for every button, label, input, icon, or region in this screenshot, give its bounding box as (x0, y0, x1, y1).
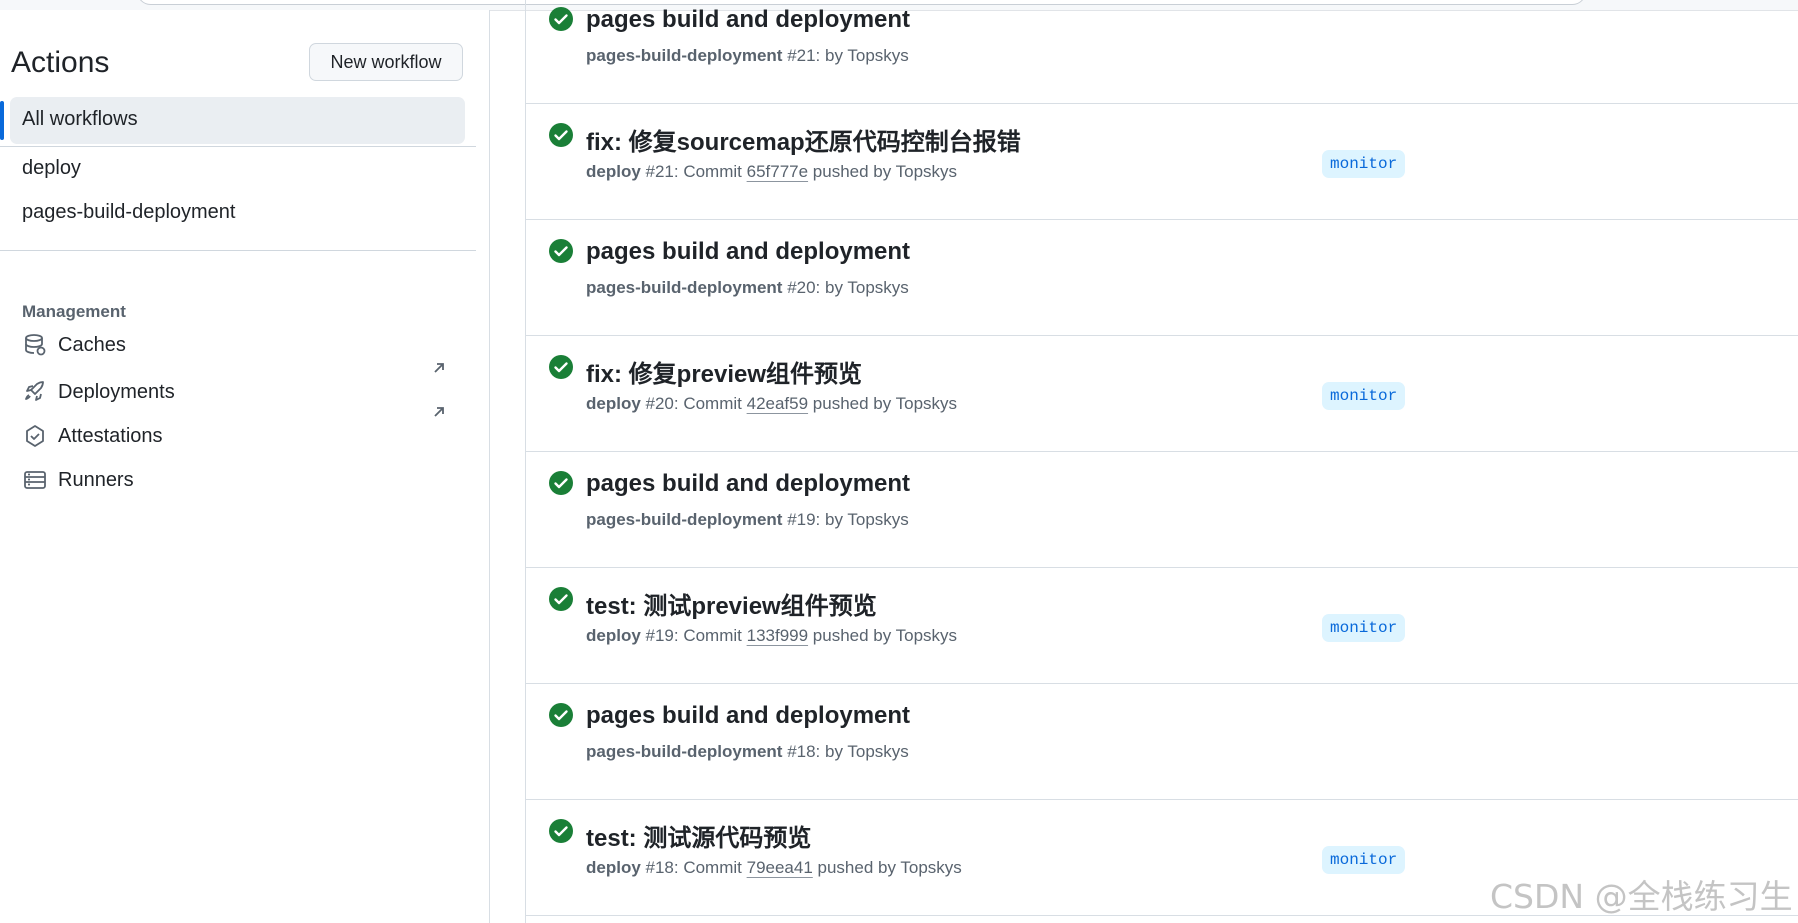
run-workflow-name: pages-build-deployment (586, 278, 783, 297)
run-meta: pages-build-deployment #19: by Topskys (586, 510, 909, 530)
external-link-icon (434, 363, 444, 373)
active-indicator (0, 101, 4, 140)
run-author: pushed by Topskys (812, 858, 962, 877)
workflow-run-row[interactable]: pages build and deployment pages-build-d… (526, 0, 1798, 104)
new-workflow-button[interactable]: New workflow (309, 43, 463, 81)
check-circle-icon (549, 355, 573, 379)
run-number: #18: Commit (640, 858, 747, 877)
run-number: #18: by Topskys (782, 742, 909, 761)
page-title: Actions (11, 46, 110, 79)
workflow-run-row[interactable]: fix: 修复preview组件预览 deploy #20: Commit 42… (526, 336, 1798, 452)
branch-badge[interactable]: monitor (1322, 614, 1406, 642)
branch-badge[interactable]: monitor (1322, 846, 1406, 874)
sidebar-item-label: Caches (58, 333, 126, 356)
server-icon (22, 467, 48, 493)
run-title[interactable]: pages build and deployment (586, 470, 910, 498)
watermark: CSDN @全栈练习生 (1490, 877, 1793, 916)
run-meta: deploy #19: Commit 133f999 pushed by Top… (586, 626, 957, 646)
run-title[interactable]: pages build and deployment (586, 702, 910, 730)
database-icon (22, 332, 48, 358)
branch-badge[interactable]: monitor (1322, 382, 1406, 410)
run-meta: deploy #21: Commit 65f777e pushed by Top… (586, 162, 957, 182)
run-title[interactable]: pages build and deployment (586, 6, 910, 34)
shield-check-icon (22, 423, 48, 449)
run-author: pushed by Topskys (808, 162, 958, 181)
check-circle-icon (549, 239, 573, 263)
check-circle-icon (549, 123, 573, 147)
workflow-runs-list: pages build and deployment pages-build-d… (525, 0, 1798, 923)
run-title[interactable]: test: 测试preview组件预览 (586, 586, 877, 621)
rocket-icon (22, 379, 48, 405)
run-number: #20: by Topskys (782, 278, 909, 297)
workflow-run-row[interactable]: fix: 修复sourcemap还原代码控制台报错 deploy #21: Co… (526, 104, 1798, 220)
run-workflow-name: pages-build-deployment (586, 46, 783, 65)
workflow-run-row[interactable]: pages build and deployment pages-build-d… (526, 220, 1798, 336)
commit-sha-link[interactable]: 79eea41 (747, 858, 813, 877)
check-circle-icon (549, 587, 573, 611)
commit-sha-link[interactable]: 133f999 (747, 626, 808, 645)
run-number: #19: Commit (640, 626, 747, 645)
external-link-icon (434, 407, 444, 417)
sidebar-item-label: Runners (58, 468, 134, 491)
sidebar-item-caches[interactable]: Caches (22, 330, 126, 360)
run-author: pushed by Topskys (808, 394, 958, 413)
sidebar-item-runners[interactable]: Runners (22, 465, 134, 495)
run-workflow-name: deploy (586, 858, 641, 877)
run-workflow-name: pages-build-deployment (586, 510, 783, 529)
sidebar-item-pages-build-deployment[interactable]: pages-build-deployment (22, 201, 235, 224)
run-meta: deploy #20: Commit 42eaf59 pushed by Top… (586, 394, 957, 414)
run-number: #20: Commit (640, 394, 747, 413)
sidebar-item-deployments[interactable]: Deployments (22, 377, 175, 407)
check-circle-icon (549, 819, 573, 843)
run-number: #21: Commit (640, 162, 747, 181)
check-circle-icon (549, 471, 573, 495)
run-title[interactable]: pages build and deployment (586, 238, 910, 266)
run-workflow-name: deploy (586, 394, 641, 413)
check-circle-icon (549, 7, 573, 31)
run-workflow-name: deploy (586, 162, 641, 181)
run-title[interactable]: fix: 修复preview组件预览 (586, 354, 862, 389)
run-meta: pages-build-deployment #21: by Topskys (586, 46, 909, 66)
check-circle-icon (549, 703, 573, 727)
commit-sha-link[interactable]: 65f777e (747, 162, 808, 181)
divider (0, 250, 476, 251)
branch-badge[interactable]: monitor (1322, 150, 1406, 178)
workflow-run-row[interactable]: pages build and deployment pages-build-d… (526, 452, 1798, 568)
run-meta: deploy #18: Commit 79eea41 pushed by Top… (586, 858, 962, 878)
sidebar-item-attestations[interactable]: Attestations (22, 421, 163, 451)
run-workflow-name: pages-build-deployment (586, 742, 783, 761)
run-title[interactable]: test: 测试源代码预览 (586, 818, 811, 853)
run-workflow-name: deploy (586, 626, 641, 645)
sidebar: Actions New workflow All workflows deplo… (0, 10, 490, 923)
sidebar-item-label: All workflows (22, 108, 138, 130)
workflow-run-row[interactable]: test: 测试preview组件预览 deploy #19: Commit 1… (526, 568, 1798, 684)
run-title[interactable]: fix: 修复sourcemap还原代码控制台报错 (586, 122, 1021, 157)
management-heading: Management (22, 302, 126, 321)
sidebar-item-all-workflows[interactable]: All workflows (10, 97, 465, 144)
sidebar-item-label: Attestations (58, 424, 163, 447)
divider (0, 146, 476, 147)
run-meta: pages-build-deployment #20: by Topskys (586, 278, 909, 298)
run-number: #21: by Topskys (782, 46, 909, 65)
run-number: #19: by Topskys (782, 510, 909, 529)
run-meta: pages-build-deployment #18: by Topskys (586, 742, 909, 762)
commit-sha-link[interactable]: 42eaf59 (747, 394, 808, 413)
run-author: pushed by Topskys (808, 626, 958, 645)
sidebar-item-deploy[interactable]: deploy (22, 157, 81, 180)
sidebar-item-label: Deployments (58, 380, 175, 403)
workflow-run-row[interactable]: pages build and deployment pages-build-d… (526, 684, 1798, 800)
